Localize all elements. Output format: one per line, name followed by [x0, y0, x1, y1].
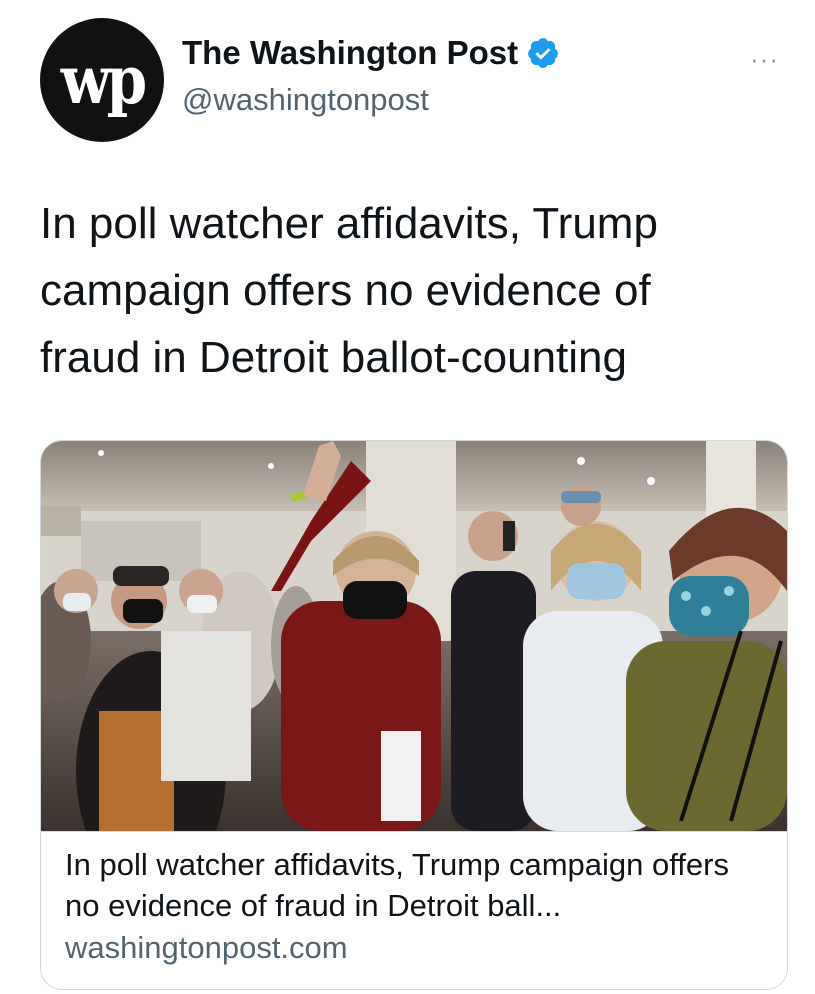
- avatar[interactable]: wp: [40, 18, 164, 142]
- more-options-icon[interactable]: ···: [750, 44, 779, 75]
- card-domain[interactable]: washingtonpost.com: [65, 930, 348, 966]
- link-preview-card[interactable]: In poll watcher affidavits, Trump campai…: [40, 440, 788, 990]
- tweet-text-line: campaign offers no evidence of: [40, 266, 651, 315]
- handle[interactable]: @washingtonpost: [182, 82, 429, 118]
- card-title[interactable]: In poll watcher affidavits, Trump campai…: [65, 844, 765, 926]
- display-name[interactable]: The Washington Post: [182, 34, 518, 72]
- card-image[interactable]: [41, 441, 787, 831]
- verified-badge-icon: [528, 38, 558, 68]
- tweet-text-line: In poll watcher affidavits, Trump: [40, 199, 658, 248]
- avatar-logo-text: wp: [60, 40, 148, 120]
- tweet-text-line: fraud in Detroit ballot-counting: [40, 333, 627, 382]
- card-meta[interactable]: In poll watcher affidavits, Trump campai…: [41, 831, 787, 989]
- tweet-text: In poll watcher affidavits, Trump campai…: [40, 190, 760, 391]
- author-name-row[interactable]: The Washington Post: [182, 34, 560, 72]
